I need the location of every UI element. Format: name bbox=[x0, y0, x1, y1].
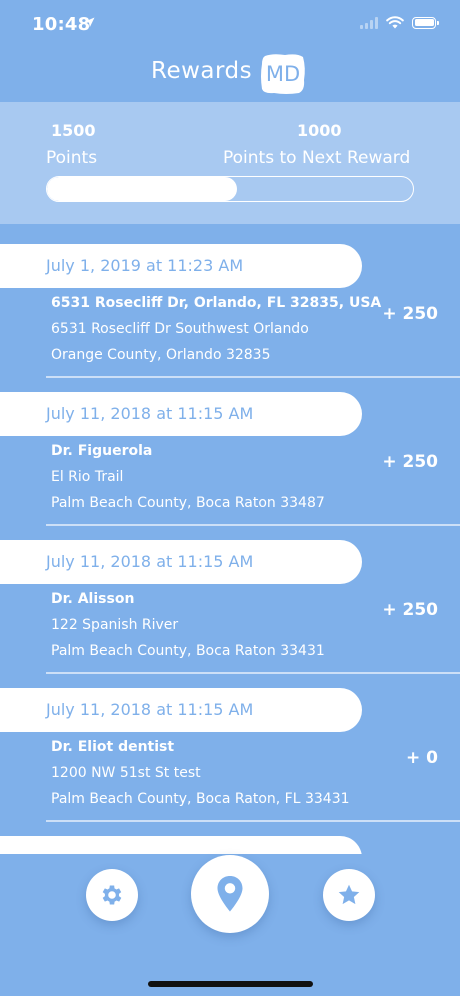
battery-icon bbox=[412, 16, 439, 29]
divider bbox=[46, 820, 460, 822]
date-pill: July 11, 2018 at 11:15 AM bbox=[0, 540, 362, 584]
star-icon bbox=[338, 884, 360, 905]
rewards-history-list[interactable]: July 1, 2019 at 11:23 AM 6531 Rosecliff … bbox=[0, 244, 460, 854]
list-item[interactable]: July 11, 2018 at 11:15 AM Dr. Eliot dent… bbox=[0, 688, 460, 836]
divider bbox=[46, 524, 460, 526]
entry-address-line: 1200 NW 51st St test bbox=[51, 765, 201, 781]
md-logo: MD bbox=[259, 52, 307, 96]
reward-progress-bar bbox=[46, 176, 414, 202]
status-icons bbox=[360, 16, 439, 29]
header: Rewards MD bbox=[0, 48, 460, 100]
location-arrow-icon bbox=[84, 17, 95, 28]
entry-date: July 1, 2019 at 11:23 AM bbox=[46, 256, 244, 275]
next-reward-points-value: 1000 bbox=[297, 121, 342, 140]
entry-name: 6531 Rosecliff Dr, Orlando, FL 32835, US… bbox=[51, 295, 382, 311]
entry-address-line: El Rio Trail bbox=[51, 469, 124, 485]
logo-text: MD bbox=[265, 62, 301, 86]
entry-address-line: 6531 Rosecliff Dr Southwest Orlando bbox=[51, 321, 309, 337]
wifi-icon bbox=[386, 16, 404, 29]
map-pin-icon bbox=[217, 876, 243, 912]
status-bar: 10:48 bbox=[0, 0, 460, 50]
status-time: 10:48 bbox=[32, 14, 91, 35]
entry-address-line: 122 Spanish River bbox=[51, 617, 179, 633]
date-pill bbox=[0, 836, 362, 854]
entry-name: Dr. Alisson bbox=[51, 591, 135, 607]
list-item[interactable]: July 11, 2018 at 11:15 AM Dr. Figuerola … bbox=[0, 392, 460, 540]
check-in-button[interactable] bbox=[191, 855, 269, 933]
entry-region-line: Orange County, Orlando 32835 bbox=[51, 347, 271, 363]
entry-region-line: Palm Beach County, Boca Raton 33487 bbox=[51, 495, 325, 511]
favorites-button[interactable] bbox=[323, 869, 375, 921]
entry-points: + 0 bbox=[406, 748, 438, 768]
entry-region-line: Palm Beach County, Boca Raton, FL 33431 bbox=[51, 791, 350, 807]
current-points-value: 1500 bbox=[51, 121, 96, 140]
entry-points: + 250 bbox=[382, 600, 438, 620]
divider bbox=[46, 672, 460, 674]
entry-date: July 11, 2018 at 11:15 AM bbox=[46, 404, 254, 423]
list-item[interactable]: July 11, 2018 at 11:15 AM Dr. Alisson 12… bbox=[0, 540, 460, 688]
entry-points: + 250 bbox=[382, 304, 438, 324]
gear-icon bbox=[102, 885, 122, 905]
entry-date: July 11, 2018 at 11:15 AM bbox=[46, 700, 254, 719]
entry-points: + 250 bbox=[382, 452, 438, 472]
settings-button[interactable] bbox=[86, 869, 138, 921]
entry-name: Dr. Eliot dentist bbox=[51, 739, 175, 755]
entry-region-line: Palm Beach County, Boca Raton 33431 bbox=[51, 643, 325, 659]
date-pill: July 1, 2019 at 11:23 AM bbox=[0, 244, 362, 288]
divider bbox=[46, 376, 460, 378]
current-points-label: Points bbox=[46, 148, 98, 168]
home-indicator[interactable] bbox=[148, 981, 313, 987]
date-pill: July 11, 2018 at 11:15 AM bbox=[0, 392, 362, 436]
list-item[interactable] bbox=[0, 836, 460, 854]
list-item[interactable]: July 1, 2019 at 11:23 AM 6531 Rosecliff … bbox=[0, 244, 460, 392]
app-title: Rewards bbox=[151, 58, 253, 84]
entry-date: July 11, 2018 at 11:15 AM bbox=[46, 552, 254, 571]
next-reward-points-label: Points to Next Reward bbox=[223, 148, 411, 168]
points-panel: 1500 Points 1000 Points to Next Reward bbox=[0, 102, 460, 224]
entry-name: Dr. Figuerola bbox=[51, 443, 153, 459]
date-pill: July 11, 2018 at 11:15 AM bbox=[0, 688, 362, 732]
reward-progress-fill bbox=[47, 177, 238, 201]
signal-icon bbox=[360, 16, 378, 29]
